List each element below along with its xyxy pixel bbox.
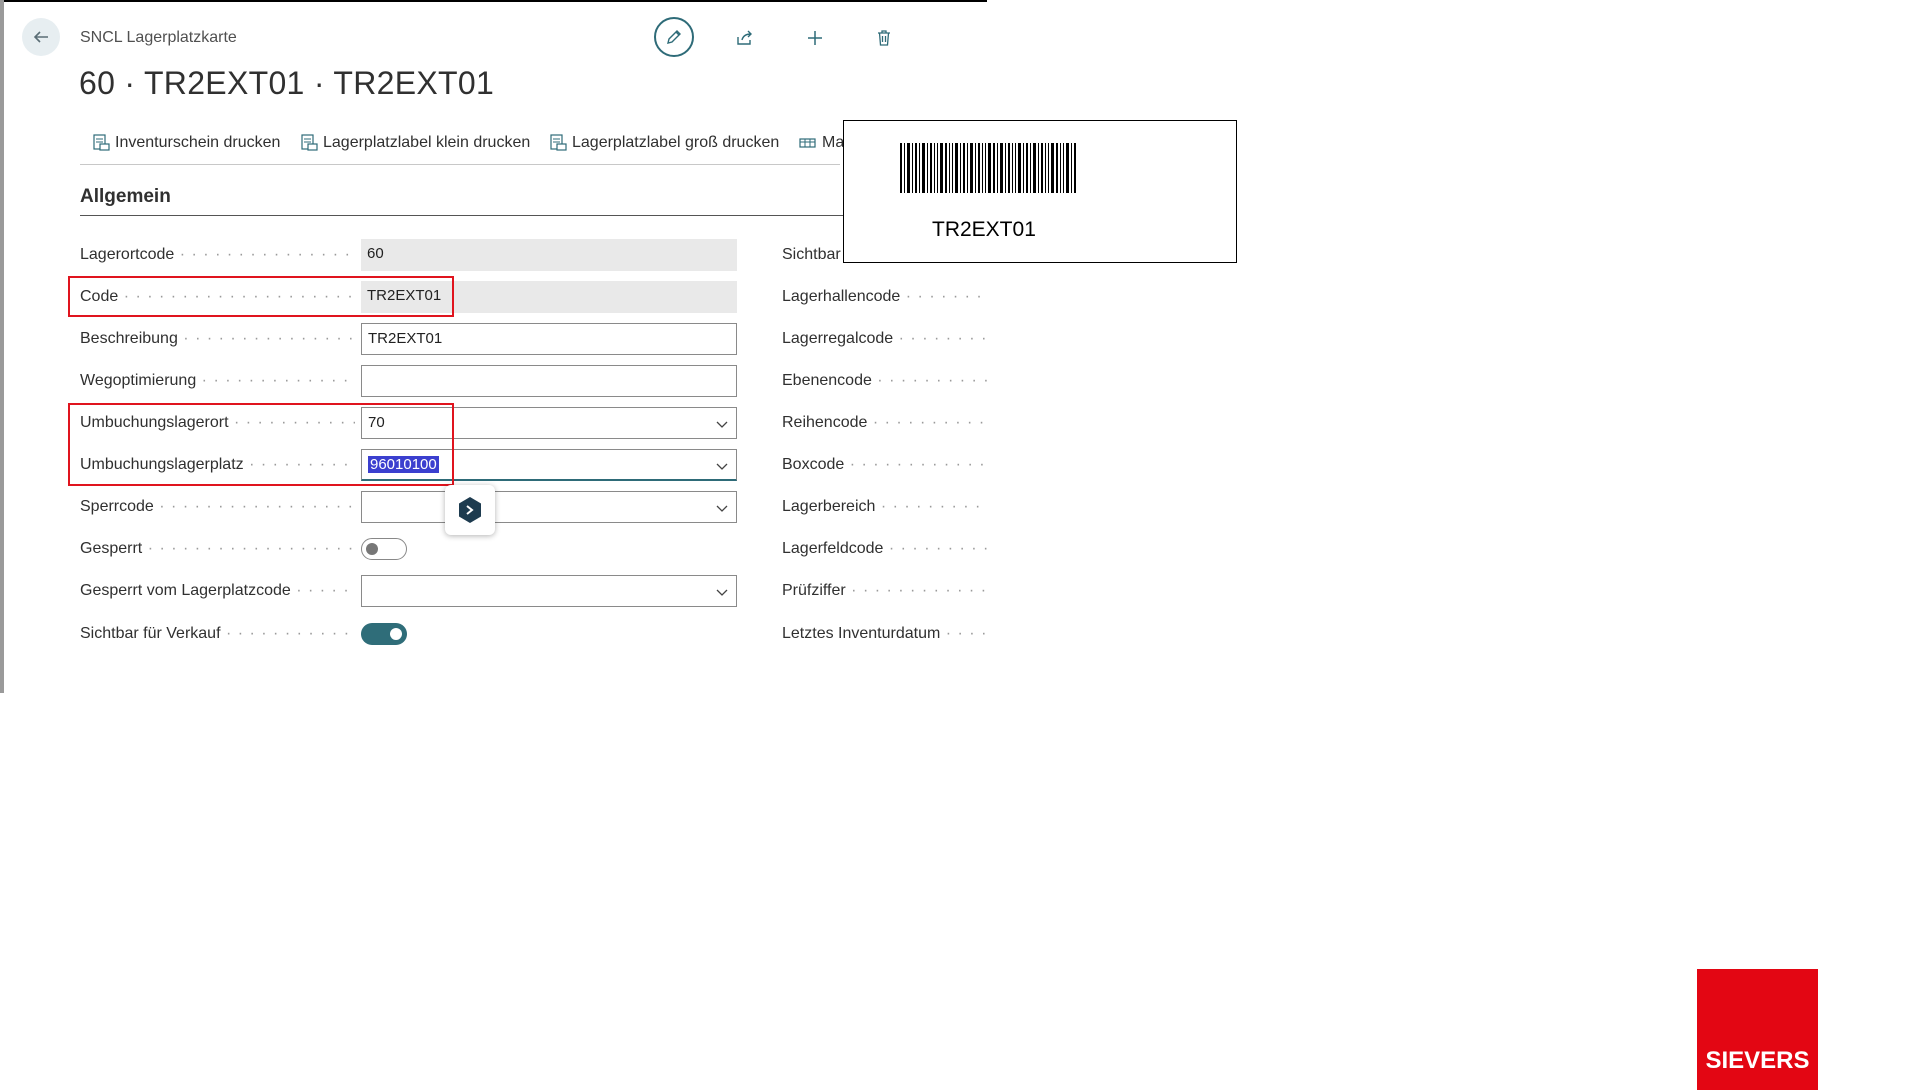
action-lagerplatzlabel-klein-drucken[interactable]: Lagerplatzlabel klein drucken (300, 134, 530, 152)
field-label: Ebenencode (782, 364, 987, 398)
highlight-box-code (68, 276, 454, 317)
barcode-bars (900, 143, 1076, 193)
lagerortcode-value: 60 (361, 239, 737, 271)
edit-button[interactable] (654, 17, 694, 57)
field-label: Lagerbereich (782, 490, 987, 524)
assistant-chip-button[interactable] (445, 485, 495, 535)
highlight-box-umbuchung (68, 403, 454, 486)
action-label: Lagerplatzlabel klein drucken (323, 134, 531, 151)
field-label: Sichtbar für Verkauf (80, 617, 355, 651)
table-icon (799, 138, 816, 148)
section-divider (80, 215, 852, 216)
field-label: Prüfziffer (782, 574, 987, 608)
field-label: Sperrcode (80, 490, 355, 524)
share-button[interactable] (725, 18, 765, 58)
action-label: Lagerplatzlabel groß drucken (572, 134, 780, 151)
back-button[interactable] (22, 18, 60, 56)
field-label: Lagerhallencode (782, 280, 987, 314)
sperrcode-dropdown[interactable] (361, 491, 737, 523)
chevron-down-icon (716, 505, 728, 512)
field-label: Lagerregalcode (782, 322, 987, 356)
sichtbar-fuer-verkauf-toggle[interactable] (361, 623, 407, 645)
left-border-line (0, 0, 4, 693)
chevron-down-icon (716, 589, 728, 596)
action-inventurschein-drucken[interactable]: Inventurschein drucken (92, 134, 280, 152)
barcode-label: TR2EXT01 (843, 120, 1237, 263)
plus-icon (808, 31, 822, 45)
field-label: Letztes Inventurdatum (782, 617, 987, 651)
trash-icon (878, 30, 890, 46)
beschreibung-input[interactable]: TR2EXT01 (361, 323, 737, 355)
field-label: Wegoptimierung (80, 364, 355, 398)
gesperrt-toggle[interactable] (361, 538, 407, 560)
delete-button[interactable] (864, 18, 904, 58)
chevron-down-icon (716, 463, 728, 470)
action-lagerplatzlabel-gross-drucken[interactable]: Lagerplatzlabel groß drucken (549, 134, 779, 152)
barcode-text: TR2EXT01 (932, 218, 1036, 241)
action-bar: Inventurschein drucken Lagerplatzlabel k… (80, 124, 844, 165)
hexagon-logo-icon (459, 497, 481, 523)
action-more[interactable]: Ma (799, 134, 844, 152)
section-title: Allgemein (80, 186, 171, 207)
field-label: Gesperrt (80, 532, 355, 566)
print-report-icon (93, 134, 110, 151)
field-label: Boxcode (782, 448, 987, 482)
action-label: Inventurschein drucken (115, 134, 281, 151)
field-label: Lagerortcode (80, 238, 355, 272)
page-caption: SNCL Lagerplatzkarte (80, 29, 237, 46)
field-label: Beschreibung (80, 322, 355, 356)
field-label: Lagerfeldcode (782, 532, 987, 566)
field-label: Gesperrt vom Lagerplatzcode (80, 574, 355, 608)
pencil-icon (667, 30, 681, 44)
back-arrow-icon (33, 31, 48, 43)
logo-text: SIEVERS (1705, 1047, 1810, 1074)
chevron-down-icon (716, 421, 728, 428)
page-title: 60 · TR2EXT01 · TR2EXT01 (79, 65, 495, 101)
share-icon (737, 30, 752, 45)
top-border-line (0, 0, 987, 2)
gesperrt-vom-lagerplatzcode-dropdown[interactable] (361, 575, 737, 607)
print-report-icon (301, 134, 318, 151)
wegoptimierung-input[interactable] (361, 365, 737, 397)
toggle-knob (390, 628, 402, 640)
toggle-knob (366, 543, 378, 555)
sievers-logo: SIEVERS (1697, 969, 1818, 1090)
new-button[interactable] (795, 18, 835, 58)
action-label: Ma (822, 134, 845, 151)
print-report-icon (550, 134, 567, 151)
field-label: Reihencode (782, 406, 987, 440)
